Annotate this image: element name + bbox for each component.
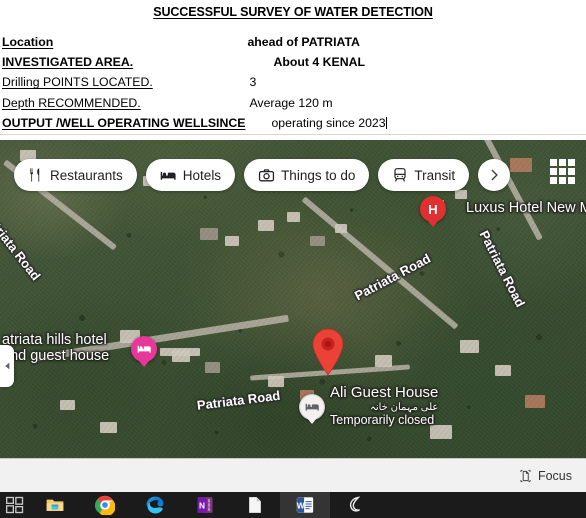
poi-name: Ali Guest House (330, 384, 439, 401)
row-value: 3 (249, 75, 257, 90)
row-value: ahead of PATRIATA (247, 34, 360, 49)
red-map-pin[interactable] (311, 328, 345, 376)
taskbar-item-google-chrome[interactable] (80, 492, 130, 518)
folder-icon (46, 499, 64, 511)
taskbar-item-microsoft-word[interactable]: W (280, 492, 330, 518)
widgets-icon (6, 496, 24, 514)
map-canvas[interactable]: Patriata Road Patriata Road Patriata Roa… (0, 140, 586, 458)
lodging-bed-pin[interactable] (299, 394, 325, 420)
chip-label: Transit (414, 167, 456, 183)
poi-status: Temporarily closed (330, 412, 435, 427)
poi-name-line1: atriata hills hotel (2, 332, 107, 348)
hotel-h-pin[interactable]: H (420, 196, 446, 222)
bed-icon (137, 345, 151, 353)
chip-label: Hotels (182, 167, 222, 183)
map-pin-icon (312, 328, 344, 376)
taskbar-item-microsoft-edge[interactable] (130, 492, 180, 518)
bed-icon (305, 403, 319, 411)
edge-icon (146, 496, 164, 514)
table-row: Depth RECOMMENDED. Average 120 m (0, 93, 586, 113)
grid-icon-glyph (550, 159, 575, 184)
document-icon (249, 497, 261, 513)
table-row: Drilling POINTS LOCATED. 3 (0, 73, 586, 93)
map-category-chips[interactable]: Restaurants Hotels Things to do Transit (14, 159, 511, 191)
table-row: INVESTIGATED AREA. About 4 KENAL (0, 52, 586, 72)
chip-hotels[interactable]: Hotels (145, 159, 236, 191)
chip-transit[interactable]: Transit (378, 159, 470, 191)
windows-taskbar[interactable]: N W (0, 492, 586, 518)
chevron-left-icon (4, 362, 9, 370)
pin-letter: H (428, 201, 438, 217)
chip-label: Restaurants (50, 167, 123, 183)
taskbar-item-app[interactable] (330, 492, 380, 518)
row-label: OUTPUT /WELL OPERATING WELLSINCE (2, 116, 246, 131)
row-label: INVESTIGATED AREA. (2, 54, 134, 69)
focus-label: Focus (537, 468, 572, 483)
chevron-right-icon (491, 169, 498, 181)
train-icon (394, 168, 406, 182)
poi-label-ali-guest-house[interactable]: Ali Guest House علی مہمان خانہ Temporari… (330, 384, 439, 427)
divider (0, 134, 586, 135)
document-pane: SUCCESSFUL SURVEY OF WATER DETECTION Loc… (0, 0, 586, 140)
onenote-icon: N (197, 497, 213, 513)
focus-mode-icon (520, 469, 531, 482)
row-value: About 4 KENAL (273, 54, 365, 69)
row-value: Average 120 m (249, 95, 333, 110)
restaurant-icon (30, 168, 40, 182)
status-bar: Focus (0, 458, 586, 492)
camera-icon (258, 168, 275, 181)
poi-name-urdu: علی مہمان خانہ (369, 401, 439, 413)
grid-3x3-icon[interactable] (548, 157, 578, 187)
svg-text:W: W (297, 500, 305, 510)
row-label: Location (2, 34, 54, 49)
taskbar-item-widgets[interactable] (0, 492, 30, 518)
focus-button[interactable]: Focus (518, 468, 572, 484)
poi-name-line2: and guest house (2, 348, 110, 365)
table-row: OUTPUT /WELL OPERATING WELLSINCE operati… (0, 114, 586, 134)
chip-things-to-do[interactable]: Things to do (244, 159, 370, 191)
poi-label-patriata-hills-hotel[interactable]: atriata hills hotel and guest house (2, 332, 109, 364)
row-label: Drilling POINTS LOCATED. (2, 75, 153, 90)
hotel-bed-pin[interactable] (131, 336, 157, 362)
chip-restaurants[interactable]: Restaurants (14, 159, 137, 191)
chip-label: Things to do (281, 167, 356, 183)
hotel-bed-icon (160, 171, 176, 180)
page-title: SUCCESSFUL SURVEY OF WATER DETECTION (153, 5, 433, 19)
panel-collapse-handle[interactable] (0, 345, 14, 387)
row-value: operating since 2023 (271, 116, 387, 131)
row-label: Depth RECOMMENDED. (2, 95, 141, 110)
text-cursor (385, 117, 387, 130)
table-row: Location ahead of PATRIATA (0, 32, 586, 52)
taskbar-item-onenote[interactable]: N (180, 492, 230, 518)
swirl-icon (349, 496, 361, 512)
survey-details-table: Location ahead of PATRIATA INVESTIGATED … (0, 32, 586, 134)
taskbar-item-document[interactable] (230, 492, 280, 518)
word-icon: W (297, 497, 314, 513)
svg-text:N: N (199, 501, 205, 511)
chrome-icon (95, 495, 115, 515)
poi-label-luxus-hotel[interactable]: Luxus Hotel New M (466, 200, 586, 216)
chips-next-button[interactable] (478, 159, 511, 191)
taskbar-item-file-explorer[interactable] (30, 492, 80, 518)
